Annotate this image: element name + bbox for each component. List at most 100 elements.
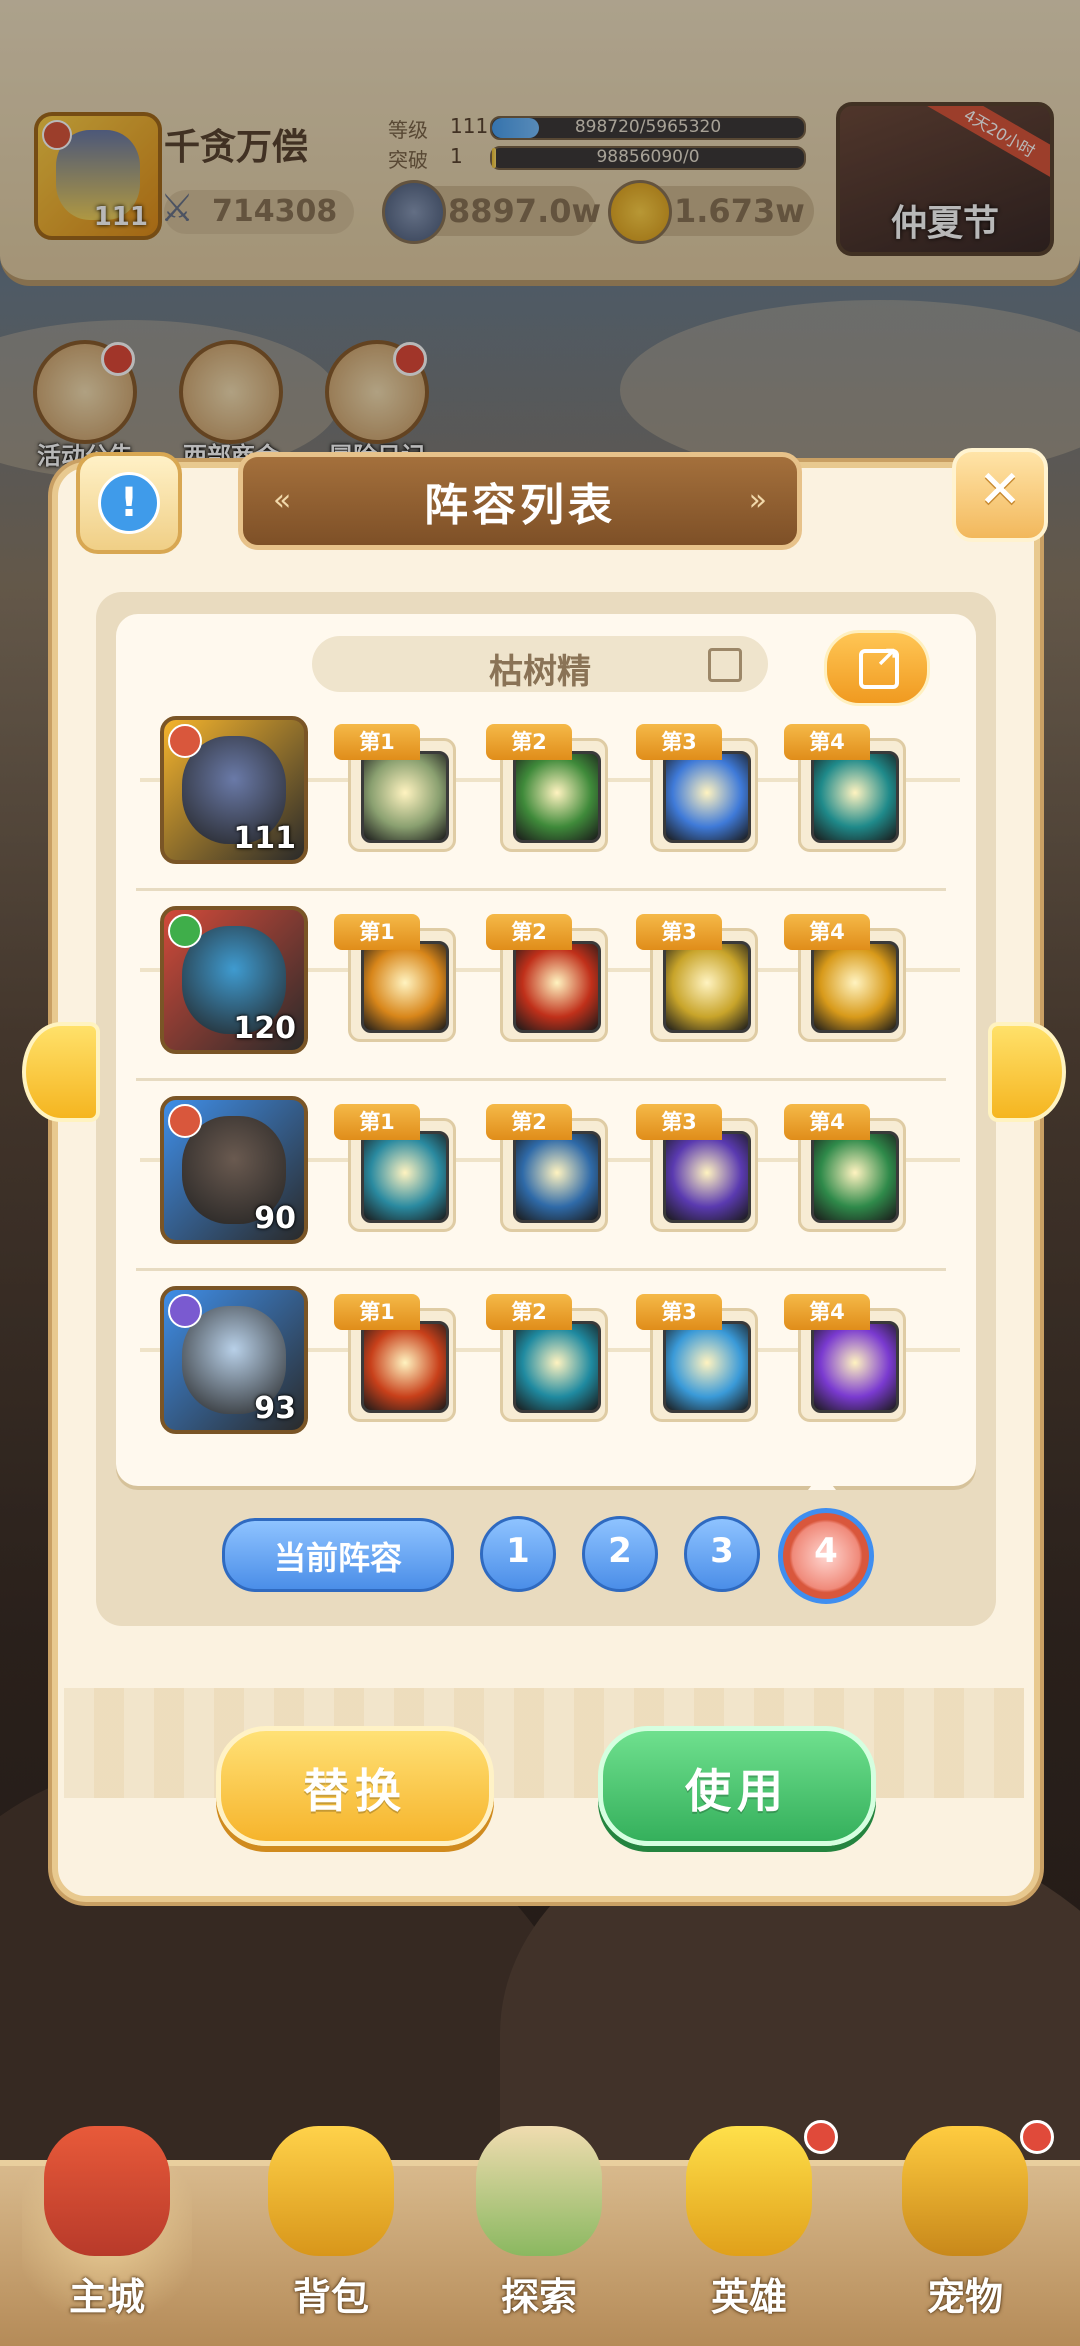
skill-slot[interactable]: 第1 (334, 900, 460, 1048)
hero-card[interactable]: 93 (160, 1286, 308, 1434)
bottom-nav: 主城 背包 探索 英雄 宠物 (0, 2120, 1080, 2346)
skill-slot[interactable]: 第4 (784, 710, 910, 858)
skill-slot[interactable]: 第3 (636, 710, 762, 858)
element-icon (168, 1104, 202, 1138)
hero-row: 90 第1 第2 第3 第4 (140, 1080, 960, 1244)
row-divider (136, 888, 946, 891)
nav-label: 宠物 (926, 2275, 1003, 2319)
skill-slot[interactable]: 第4 (784, 1090, 910, 1238)
purple-rain-skill-icon (663, 1131, 751, 1223)
hero-level: 120 (233, 1011, 296, 1046)
skill-slot[interactable]: 第1 (334, 710, 460, 858)
nav-pet[interactable]: 宠物 (880, 2120, 1054, 2336)
lineup-tab-2[interactable]: 2 (582, 1516, 658, 1592)
info-icon: ! (98, 472, 160, 534)
tab-number: 4 (814, 1531, 838, 1571)
edit-icon (708, 648, 742, 682)
nav-main-city[interactable]: 主城 (22, 2126, 192, 2336)
treant-skill-icon (513, 1131, 601, 1223)
skill-slot[interactable]: 第1 (334, 1090, 460, 1238)
tab-number: 3 (710, 1531, 734, 1571)
serpent-skill-icon (811, 941, 899, 1033)
skill-slot[interactable]: 第1 (334, 1280, 460, 1428)
row-divider (136, 1268, 946, 1271)
arrow-right-icon (988, 1022, 1066, 1122)
skill-slot[interactable]: 第2 (486, 1280, 612, 1428)
star-shield-skill-icon (513, 751, 601, 843)
element-icon (168, 914, 202, 948)
skill-order-tag: 第2 (486, 1294, 572, 1330)
tab-number: 1 (506, 1531, 530, 1571)
use-label: 使用 (685, 1764, 789, 1818)
green-orb-skill-icon (361, 1131, 449, 1223)
skill-order-tag: 第1 (334, 914, 420, 950)
hero-level: 93 (254, 1391, 296, 1426)
castle-icon (44, 2126, 170, 2256)
lineup-tab-4[interactable]: 4 (778, 1508, 874, 1604)
lineup-tabs: 当前阵容 1 2 3 4 (0, 1506, 1080, 1604)
fire-dragon-skill-icon (361, 941, 449, 1033)
boar-strike-skill-icon (663, 941, 751, 1033)
next-arrow-button[interactable] (984, 1022, 1066, 1122)
map-icon (476, 2126, 602, 2256)
close-icon: ✕ (978, 460, 1022, 520)
skill-slot[interactable]: 第4 (784, 1280, 910, 1428)
hero-row: 111 第1 第2 第3 第4 (140, 700, 960, 864)
skill-order-tag: 第4 (784, 914, 870, 950)
skill-slot[interactable]: 第4 (784, 900, 910, 1048)
share-arrow-icon: ↗ (875, 641, 899, 674)
skill-order-tag: 第1 (334, 1294, 420, 1330)
nav-backpack[interactable]: 背包 (246, 2126, 416, 2336)
swirl-right-icon: » (748, 483, 767, 518)
hero-card[interactable]: 90 (160, 1096, 308, 1244)
skill-order-tag: 第4 (784, 1294, 870, 1330)
share-button[interactable]: ↗ (824, 630, 930, 706)
hero-row: 93 第1 第2 第3 第4 (140, 1270, 960, 1434)
use-button[interactable]: 使用 (598, 1726, 876, 1846)
skill-order-tag: 第3 (636, 1294, 722, 1330)
prev-arrow-button[interactable] (18, 1022, 100, 1122)
skill-order-tag: 第2 (486, 724, 572, 760)
info-button[interactable]: ! (76, 452, 182, 554)
skill-order-tag: 第3 (636, 914, 722, 950)
hammer-skill-icon (361, 751, 449, 843)
skill-slot[interactable]: 第2 (486, 900, 612, 1048)
skill-slot[interactable]: 第2 (486, 710, 612, 858)
mask-skill-icon (513, 1321, 601, 1413)
decorative-strip (64, 1688, 1024, 1798)
skill-order-tag: 第4 (784, 724, 870, 760)
fist-skill-icon (361, 1321, 449, 1413)
current-lineup-label: 当前阵容 (273, 1539, 402, 1577)
skill-order-tag: 第3 (636, 1104, 722, 1140)
hero-card[interactable]: 111 (160, 716, 308, 864)
eye-skill-icon (513, 941, 601, 1033)
lineup-tab-3[interactable]: 3 (684, 1516, 760, 1592)
nav-label: 主城 (68, 2275, 145, 2319)
tab-number: 2 (608, 1531, 632, 1571)
skill-slot[interactable]: 第3 (636, 1280, 762, 1428)
current-lineup-button[interactable]: 当前阵容 (222, 1518, 454, 1592)
dialog-title: 阵容列表 (424, 480, 616, 531)
backpack-icon (268, 2126, 394, 2256)
element-icon (168, 1294, 202, 1328)
skill-slot[interactable]: 第3 (636, 1090, 762, 1238)
skill-slot[interactable]: 第2 (486, 1090, 612, 1238)
nav-explore[interactable]: 探索 (454, 2126, 624, 2336)
wind-duck-skill-icon (663, 751, 751, 843)
hero-card[interactable]: 120 (160, 906, 308, 1054)
lineup-tab-1[interactable]: 1 (480, 1516, 556, 1592)
hero-level: 90 (254, 1201, 296, 1236)
ghost-skill-icon (811, 751, 899, 843)
notification-dot (804, 2120, 838, 2154)
close-button[interactable]: ✕ (952, 448, 1048, 542)
trident-skill-icon (663, 1321, 751, 1413)
replace-button[interactable]: 替换 (216, 1726, 494, 1846)
active-tab-pointer (808, 1472, 836, 1490)
arcane-circle-skill-icon (811, 1321, 899, 1413)
pet-icon (902, 2126, 1028, 2256)
skill-slot[interactable]: 第3 (636, 900, 762, 1048)
nav-hero[interactable]: 英雄 (664, 2120, 838, 2336)
lineup-name-field[interactable]: 枯树精 (312, 636, 768, 692)
notification-dot (1020, 2120, 1054, 2154)
arrow-left-icon (22, 1022, 100, 1122)
